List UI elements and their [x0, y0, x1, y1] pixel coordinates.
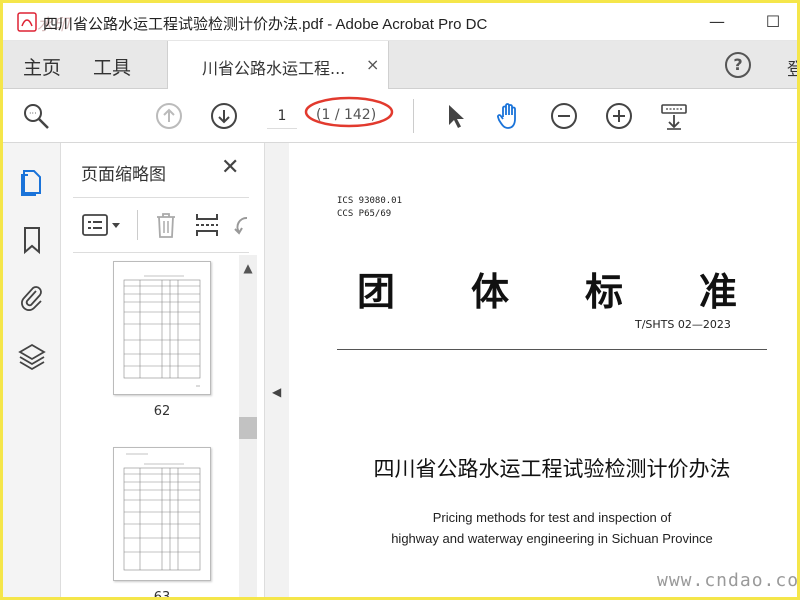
tab-document[interactable]: 川省公路水运工程... ×: [167, 41, 389, 89]
layers-icon[interactable]: [18, 341, 46, 371]
zoom-in-icon[interactable]: [604, 101, 634, 131]
help-icon[interactable]: ?: [725, 52, 751, 78]
thumbnail-table-preview: [123, 275, 201, 387]
title-bar: 水印 四川省公路水运工程试验检测计价办法.pdf - Adobe Acrobat…: [3, 3, 797, 41]
tab-bar: 主页 工具 川省公路水运工程... × ? 登: [3, 41, 797, 89]
thumbnail-panel: 页面缩略图 ✕ 62 ▲: [61, 143, 265, 597]
page-thumbnail-62[interactable]: [113, 261, 211, 395]
attachment-icon[interactable]: [18, 283, 46, 313]
maximize-button[interactable]: ☐: [759, 9, 787, 35]
heading-char: 体: [470, 270, 509, 314]
tab-tools[interactable]: 工具: [93, 53, 131, 80]
insert-pages-icon[interactable]: [193, 210, 221, 240]
page-thumbnail-63[interactable]: [113, 447, 211, 581]
acrobat-window: 水印 四川省公路水运工程试验检测计价办法.pdf - Adobe Acrobat…: [3, 3, 797, 597]
rotate-icon[interactable]: [231, 210, 249, 240]
document-title-en-line1: Pricing methods for test and inspection …: [432, 510, 672, 525]
tab-home[interactable]: 主页: [23, 53, 61, 80]
panel-title: 页面缩略图: [81, 165, 166, 185]
group-standard-heading: 团 体 标 准: [357, 261, 737, 316]
page-thumbnails-icon[interactable]: [18, 167, 46, 197]
left-navigation-rail: [3, 143, 61, 597]
thumbnail-label: 62: [153, 404, 171, 419]
heading-char: 准: [698, 270, 737, 314]
heading-char: 团: [357, 270, 396, 314]
tool-divider: [137, 210, 138, 240]
minimize-button[interactable]: —: [703, 9, 731, 35]
ics-code: ICS 93080.01: [337, 196, 403, 206]
page-down-icon[interactable]: [209, 101, 239, 131]
thumbnail-label: 63: [113, 590, 211, 597]
document-title-cn: 四川省公路水运工程试验检测计价办法: [373, 457, 731, 481]
trash-icon[interactable]: [153, 210, 179, 240]
page-up-icon[interactable]: [154, 101, 184, 131]
thumbnail-scrollbar[interactable]: ▲: [239, 255, 257, 597]
ccs-code: CCS P65/69: [337, 209, 392, 219]
toolbar-divider: [413, 99, 414, 133]
collapse-arrow-icon[interactable]: ◀: [272, 385, 281, 399]
window-title: 四川省公路水运工程试验检测计价办法.pdf - Adobe Acrobat Pr…: [43, 16, 488, 33]
select-arrow-icon[interactable]: [441, 101, 471, 131]
zoom-out-icon[interactable]: [549, 101, 579, 131]
red-annotation-ellipse: [304, 96, 394, 128]
close-panel-button[interactable]: ✕: [221, 155, 239, 180]
standard-number: T/SHTS 02—2023: [635, 318, 731, 331]
scrollbar-thumb[interactable]: [239, 417, 257, 439]
options-menu-icon[interactable]: [81, 212, 125, 238]
site-watermark: www.cndao.com: [657, 570, 797, 591]
toolbar: ··· 1 (1 / 142): [3, 89, 797, 143]
search-icon[interactable]: ···: [21, 101, 51, 131]
document-page: ICS 93080.01 CCS P65/69 团 体 标 准 T/SHTS 0…: [289, 143, 797, 597]
keyboard-scroll-icon[interactable]: [659, 101, 689, 131]
panel-toolbar: [73, 197, 249, 253]
document-title-en-line2: highway and waterway engineering in Sich…: [391, 531, 713, 546]
acrobat-app-icon: [17, 12, 37, 32]
page-number-input[interactable]: 1: [267, 103, 297, 129]
document-tab-label: 川省公路水运工程...: [202, 59, 346, 78]
heading-char: 标: [584, 270, 623, 314]
thumbnail-table-preview: [123, 453, 201, 571]
panel-collapse-strip[interactable]: ◀: [265, 143, 289, 597]
sign-in-link[interactable]: 登: [787, 55, 797, 80]
hand-icon[interactable]: [494, 101, 524, 131]
close-tab-button[interactable]: ×: [366, 55, 379, 74]
bookmark-icon[interactable]: [18, 225, 46, 255]
scroll-up-arrow[interactable]: ▲: [239, 261, 257, 275]
svg-text:···: ···: [29, 109, 37, 118]
horizontal-rule: [337, 349, 767, 350]
